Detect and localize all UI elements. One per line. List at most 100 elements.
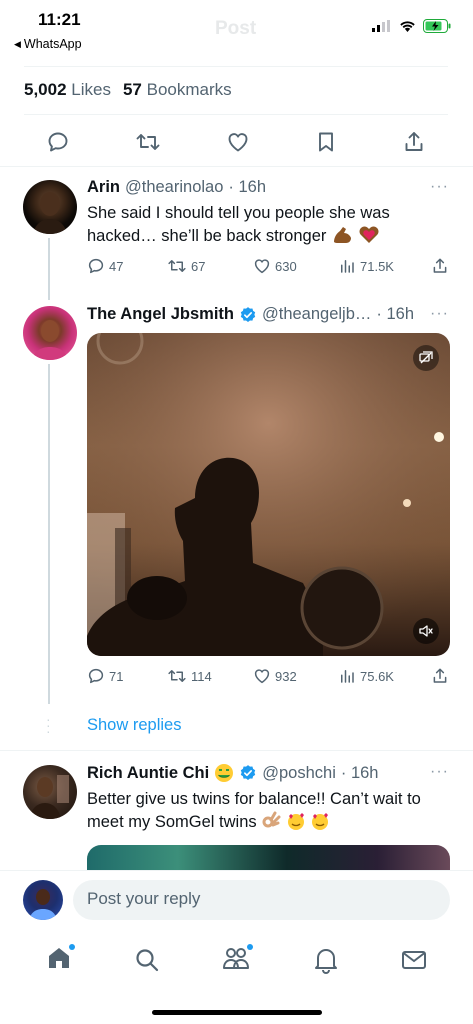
like-icon[interactable] [226,130,250,154]
reply-tweet-arin[interactable] [23,180,77,234]
reply-count: 47 [109,258,124,274]
show-replies-link[interactable]: Show replies [87,716,181,735]
views-count-button[interactable]: 71.5K [338,257,430,275]
status-bar: 11:21 ◀ WhatsApp Post [0,0,473,58]
bookmarks-stat[interactable]: 57 Bookmarks [123,80,232,100]
tweet-header: Arin @thearinolao · 16h [87,178,266,197]
video-media[interactable] [87,333,450,656]
display-name[interactable]: Rich Auntie Chi [87,764,209,783]
cellular-signal-icon [372,20,390,32]
like-count-button[interactable]: 630 [253,257,338,275]
tweet-metrics: 47 67 630 71.5K [87,257,449,275]
nav-communities[interactable] [221,943,254,977]
divider [24,66,448,67]
views-icon [341,260,354,273]
battery-charging-icon [423,19,451,33]
back-to-app-link[interactable]: ◀ WhatsApp [14,37,82,51]
thread-dots-icon: · · · [46,711,51,739]
repost-count: 67 [191,258,206,274]
display-name[interactable]: The Angel Jbsmith [87,305,234,324]
reply-icon [88,258,104,274]
tweet-header: Rich Auntie Chi @poshchi · 16h [87,763,378,783]
reply-count: 71 [109,668,124,684]
timestamp[interactable]: · 16h [376,305,414,324]
media-badge-icon[interactable] [413,345,439,371]
tweet-text-body: Better give us twins for balance!! Can’t… [87,790,421,831]
divider [0,166,473,167]
bottom-nav [0,935,473,985]
more-options-icon[interactable]: ··· [430,305,449,323]
reply-tweet-chi[interactable] [23,765,77,819]
verified-badge-icon [241,765,256,780]
current-user-avatar[interactable] [23,880,63,920]
post-action-bar [20,124,450,160]
views-icon [341,670,354,683]
verified-badge-icon [240,306,256,322]
like-count: 630 [275,258,297,274]
bookmark-icon[interactable] [315,130,337,154]
wifi-icon [400,21,415,32]
divider [0,750,473,751]
avatar[interactable] [23,180,77,234]
reply-icon [88,668,104,684]
like-icon [254,259,270,274]
smiling-face-with-hearts-emoji-icon [312,813,329,830]
user-handle[interactable]: @thearinolao [125,178,223,197]
bookmarks-label: Bookmarks [146,80,232,99]
timestamp[interactable]: · 16h [341,764,379,783]
avatar[interactable] [23,765,77,819]
avatar[interactable] [23,306,77,360]
timestamp[interactable]: · 16h [228,178,266,197]
home-indicator [152,1010,322,1015]
bookmarks-count: 57 [122,80,142,99]
thread-line [48,238,50,300]
display-name[interactable]: Arin [87,178,120,197]
reply-input[interactable]: Post your reply [73,880,450,920]
notifications-icon[interactable] [313,946,339,974]
tweet-text: She said I should tell you people she wa… [87,202,447,248]
header-title: Post [215,18,257,39]
engagement-stats: 5,002 Likes 57 Bookmarks [24,80,232,100]
share-icon[interactable] [431,667,449,685]
reply-count-button[interactable]: 71 [87,667,167,685]
more-options-icon[interactable]: ··· [430,763,449,781]
repost-icon[interactable] [135,130,161,154]
thread-line [48,364,50,704]
messages-icon[interactable] [400,948,428,972]
user-handle[interactable]: @theangeljb… [262,305,371,324]
reply-icon[interactable] [46,130,70,154]
heart-hands-emoji-icon [359,226,379,243]
share-icon[interactable] [402,130,426,154]
media-preview[interactable] [87,845,450,873]
mute-toggle-icon[interactable] [413,618,439,644]
status-icons [372,19,451,33]
notification-dot [247,943,254,950]
reply-count-button[interactable]: 47 [87,257,167,275]
repost-icon [168,670,186,682]
repost-count: 114 [191,668,212,684]
like-icon [254,669,270,684]
money-mouth-face-emoji-icon [215,764,234,782]
back-triangle-icon: ◀ [14,38,21,49]
flexed-biceps-emoji-icon [333,227,351,243]
back-app-label: WhatsApp [23,37,82,51]
repost-icon [168,260,186,272]
views-count-button[interactable]: 75.6K [338,667,430,685]
likes-label: Likes [71,80,111,99]
video-thumbnail [87,333,450,656]
smiling-face-with-hearts-emoji-icon [287,813,304,830]
share-icon[interactable] [431,257,449,275]
user-handle[interactable]: @poshchi [262,764,336,783]
likes-stat[interactable]: 5,002 Likes [24,80,111,100]
search-icon[interactable] [134,947,160,973]
likes-count: 5,002 [24,80,67,99]
more-options-icon[interactable]: ··· [430,178,449,196]
reply-tweet-angel[interactable] [23,306,77,360]
repost-count-button[interactable]: 67 [167,257,253,275]
like-count: 932 [275,668,297,684]
like-count-button[interactable]: 932 [253,667,338,685]
views-count: 71.5K [360,258,394,274]
repost-count-button[interactable]: 114 [167,667,253,685]
tweet-text: Better give us twins for balance!! Can’t… [87,788,447,834]
nav-home[interactable] [45,943,75,977]
